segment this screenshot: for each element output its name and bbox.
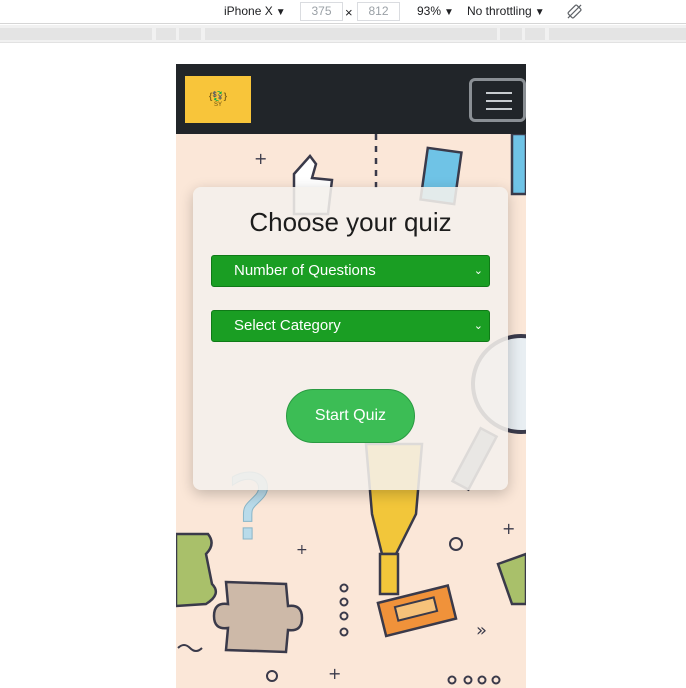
device-toolbar: iPhone X ▼ 375 × 812 93% ▼ No throttling ▼ (0, 0, 686, 24)
width-input[interactable]: 375 (300, 2, 343, 21)
chevron-down-icon: ▼ (534, 7, 545, 18)
menu-icon (486, 108, 512, 110)
menu-toggle-button[interactable] (469, 78, 526, 122)
chevron-down-icon: ▼ (444, 7, 454, 18)
start-quiz-button[interactable]: Start Quiz (286, 389, 415, 443)
brand-logo[interactable]: {💱} SY (185, 76, 251, 123)
dimension-separator: × (345, 5, 353, 20)
chevron-down-icon: ▼ (275, 7, 286, 18)
device-select[interactable]: iPhone X ▼ (224, 4, 286, 18)
media-segment[interactable] (500, 28, 522, 40)
svg-text:+: + (254, 149, 267, 168)
svg-text:+: + (328, 664, 341, 683)
throttling-select[interactable]: No throttling ▼ (467, 4, 545, 18)
media-query-bar (0, 25, 686, 43)
svg-text:»: » (476, 620, 487, 641)
media-segment[interactable] (549, 28, 686, 40)
logo-text: SY (213, 101, 222, 108)
throttling-label: No throttling (467, 4, 532, 18)
quiz-selection-card: Choose your quiz Number of Questions ⌄ S… (193, 187, 508, 490)
navbar: {💱} SY (176, 64, 526, 134)
media-segment[interactable] (525, 28, 545, 40)
media-segment[interactable] (179, 28, 201, 40)
rotate-icon[interactable] (567, 4, 582, 19)
chevron-down-icon: ⌄ (473, 320, 483, 332)
media-segment[interactable] (156, 28, 176, 40)
media-segment[interactable] (205, 28, 497, 40)
svg-text:+: + (296, 542, 308, 558)
height-input[interactable]: 812 (357, 2, 400, 21)
device-label: iPhone X (224, 4, 273, 18)
chevron-down-icon: ⌄ (473, 265, 483, 277)
phone-viewport: {💱} SY + + + + ? » Choose your quiz Numb… (176, 64, 526, 688)
category-label: Select Category (234, 317, 341, 334)
svg-text:+: + (502, 519, 515, 538)
zoom-select[interactable]: 93% ▼ (417, 4, 454, 18)
category-select[interactable]: Select Category ⌄ (211, 310, 490, 342)
number-of-questions-label: Number of Questions (234, 262, 376, 279)
menu-icon (486, 92, 512, 94)
menu-icon (486, 100, 512, 102)
logo-mark: {💱} (208, 90, 228, 101)
page-title: Choose your quiz (249, 207, 452, 237)
number-of-questions-select[interactable]: Number of Questions ⌄ (211, 255, 490, 287)
media-segment[interactable] (0, 28, 152, 40)
zoom-label: 93% (417, 4, 442, 18)
